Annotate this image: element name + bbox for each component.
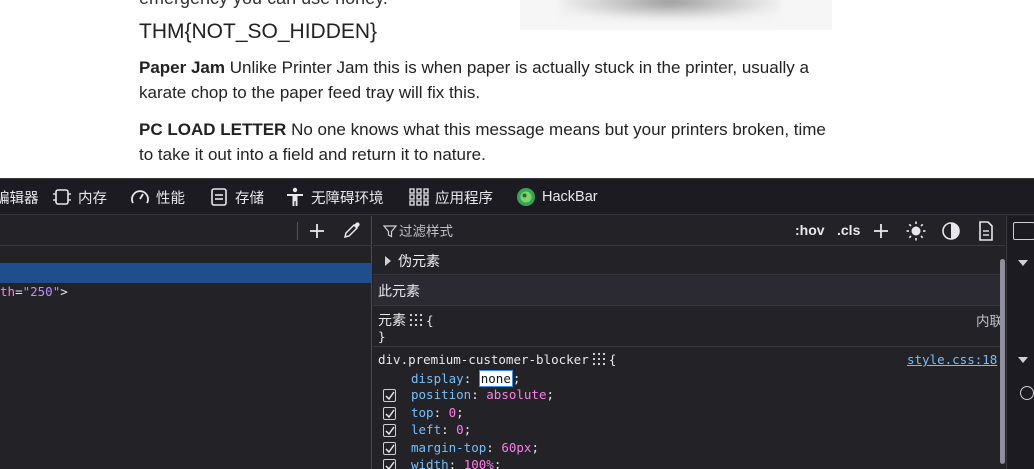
css-rule-selector[interactable]: div.premium-customer-blocker { <box>378 352 616 368</box>
element-selector-label: 元素 <box>378 312 406 328</box>
tab-storage[interactable]: 存储 <box>209 179 264 215</box>
storage-icon <box>209 188 229 206</box>
declaration-checkbox[interactable] <box>383 459 396 469</box>
rules-toolbar: :hov .cls <box>373 216 1005 246</box>
markup-view: th="250"> <box>0 216 372 469</box>
devtools-tab-bar: 样式编辑器 内存 性能 存储 无障碍环境 <box>0 179 1034 215</box>
expand-arrow-icon <box>385 255 391 266</box>
memory-icon <box>52 188 72 206</box>
tab-performance[interactable]: 性能 <box>130 179 185 215</box>
declaration-top: top: 0; <box>373 405 1003 422</box>
css-rule-block: div.premium-customer-blocker { style.css:… <box>373 348 1005 469</box>
property-value[interactable]: 60px <box>501 440 531 455</box>
collapse-arrow-icon[interactable] <box>1018 357 1028 363</box>
accessibility-icon <box>285 187 305 207</box>
web-page-content: emergency you can use honey. THM{NOT_SO_… <box>0 0 1034 178</box>
cls-toggle-button[interactable]: .cls <box>837 222 860 238</box>
add-rule-icon[interactable] <box>871 221 891 241</box>
attribute-value: "250" <box>22 284 61 299</box>
toolbar-divider <box>297 222 298 240</box>
tab-label: 内存 <box>78 190 107 207</box>
filter-styles-input[interactable] <box>399 220 779 242</box>
property-value[interactable]: 100% <box>464 457 494 469</box>
stylesheet-link[interactable]: style.css:18 <box>907 352 997 367</box>
paragraph-pc-load-letter: PC LOAD LETTER No one knows what this me… <box>139 117 839 167</box>
declaration-width: width: 100%; <box>373 457 1003 469</box>
grid-highlight-icon[interactable] <box>410 314 422 329</box>
property-name[interactable]: position <box>411 387 471 402</box>
element-rule-source: 内联 <box>976 314 1003 329</box>
element-inline-rule: 元素 { } 内联 <box>373 307 1005 347</box>
declaration-checkbox[interactable] <box>383 389 396 402</box>
declaration-left: left: 0; <box>373 422 1003 439</box>
tab-style-editor[interactable]: 样式编辑器 <box>0 179 39 215</box>
markup-node-line[interactable]: th="250"> <box>0 284 68 302</box>
sidebar-panel <box>1006 216 1034 469</box>
declaration-margin-top: margin-top: 60px; <box>373 440 1003 457</box>
tab-label: 性能 <box>156 190 185 207</box>
rules-view: :hov .cls 伪元素 此元素 元素 { } 内联 <box>373 216 1005 469</box>
application-icon <box>409 188 429 206</box>
grid-highlight-icon[interactable] <box>592 353 605 368</box>
open-brace: { <box>426 313 434 328</box>
tab-label: 无障碍环境 <box>311 190 384 207</box>
pseudo-elements-toggle[interactable]: 伪元素 <box>373 247 1005 275</box>
paragraph-body: Unlike Printer Jam this is when paper is… <box>139 58 809 102</box>
devtools-panel: 样式编辑器 内存 性能 存储 无障碍环境 <box>0 178 1034 469</box>
tab-application[interactable]: 应用程序 <box>409 179 493 215</box>
filter-icon <box>382 224 398 243</box>
pseudo-elements-label: 伪元素 <box>398 252 440 269</box>
declaration-checkbox[interactable] <box>383 424 396 437</box>
tab-label: 样式编辑器 <box>0 190 39 207</box>
property-value[interactable]: 0 <box>449 405 457 420</box>
declaration-checkbox[interactable] <box>383 442 396 455</box>
blurred-image <box>520 0 832 30</box>
this-element-header: 此元素 <box>373 276 1005 306</box>
selected-node-row[interactable] <box>0 263 372 283</box>
this-element-label: 此元素 <box>378 282 420 299</box>
property-name[interactable]: display <box>411 371 464 386</box>
sidebar-toggle-icon[interactable] <box>1013 222 1034 240</box>
tab-label: 应用程序 <box>435 190 493 207</box>
property-name[interactable]: left <box>411 422 441 437</box>
property-value[interactable]: absolute <box>486 387 546 402</box>
property-value-editor[interactable]: none <box>478 370 513 387</box>
declaration-display: display: none; <box>411 370 521 387</box>
tab-memory[interactable]: 内存 <box>52 179 107 215</box>
flag-text: THM{NOT_SO_HIDDEN} <box>139 20 378 43</box>
print-media-icon[interactable] <box>976 221 996 241</box>
performance-icon <box>130 188 150 206</box>
rules-scrollbar[interactable] <box>1000 259 1005 464</box>
property-name[interactable]: top <box>411 405 434 420</box>
tab-label: HackBar <box>542 189 598 205</box>
close-brace: } <box>378 329 386 344</box>
light-mode-icon[interactable] <box>906 221 926 241</box>
tag-close: > <box>60 284 68 299</box>
property-value[interactable]: 0 <box>456 422 464 437</box>
tab-accessibility[interactable]: 无障碍环境 <box>285 179 384 215</box>
tab-label: 存储 <box>235 190 264 207</box>
open-brace: { <box>608 352 617 367</box>
paragraph-term: Paper Jam <box>139 58 225 77</box>
hackbar-icon <box>516 187 536 207</box>
paragraph-term: PC LOAD LETTER <box>139 120 287 139</box>
element-rule-selector[interactable]: 元素 { <box>378 310 434 330</box>
declaration-position: position: absolute; <box>373 387 1003 404</box>
attribute-equals: = <box>15 284 23 299</box>
info-icon[interactable] <box>1020 386 1034 400</box>
selector-text: div.premium-customer-blocker <box>378 352 589 367</box>
eyedropper-icon[interactable] <box>342 220 362 240</box>
add-node-icon[interactable] <box>306 220 328 242</box>
property-name[interactable]: margin-top <box>411 440 486 455</box>
markup-toolbar <box>0 216 372 246</box>
collapse-arrow-icon[interactable] <box>1018 260 1028 266</box>
hov-toggle-button[interactable]: :hov <box>795 222 825 238</box>
property-name[interactable]: width <box>411 457 449 469</box>
paragraph-paper-jam: Paper Jam Unlike Printer Jam this is whe… <box>139 55 839 105</box>
dark-mode-icon[interactable] <box>941 221 961 241</box>
declaration-checkbox[interactable] <box>383 407 396 420</box>
attribute-name: th <box>0 284 16 299</box>
page-text-line: emergency you can use honey. <box>139 0 388 9</box>
tab-hackbar[interactable]: HackBar <box>516 179 598 215</box>
